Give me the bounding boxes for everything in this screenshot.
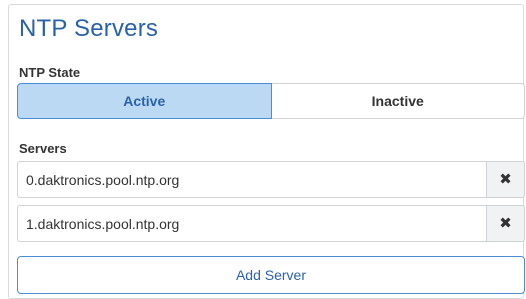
- remove-server-button-1[interactable]: ✖: [486, 205, 525, 242]
- ntp-servers-panel: NTP Servers NTP State Active Inactive Se…: [8, 4, 525, 299]
- close-icon: ✖: [499, 215, 512, 232]
- server-row: ✖: [17, 161, 525, 198]
- ntp-state-active-button[interactable]: Active: [17, 83, 272, 119]
- remove-server-button-0[interactable]: ✖: [486, 161, 525, 198]
- ntp-state-label: NTP State: [19, 65, 81, 80]
- server-input-0[interactable]: [17, 161, 486, 198]
- close-icon: ✖: [499, 171, 512, 188]
- servers-label: Servers: [19, 141, 67, 156]
- server-row: ✖: [17, 205, 525, 242]
- ntp-state-inactive-button[interactable]: Inactive: [271, 83, 525, 119]
- server-input-1[interactable]: [17, 205, 486, 242]
- ntp-state-toggle: Active Inactive: [17, 83, 525, 119]
- add-server-button[interactable]: Add Server: [17, 256, 525, 294]
- panel-title: NTP Servers: [19, 15, 159, 42]
